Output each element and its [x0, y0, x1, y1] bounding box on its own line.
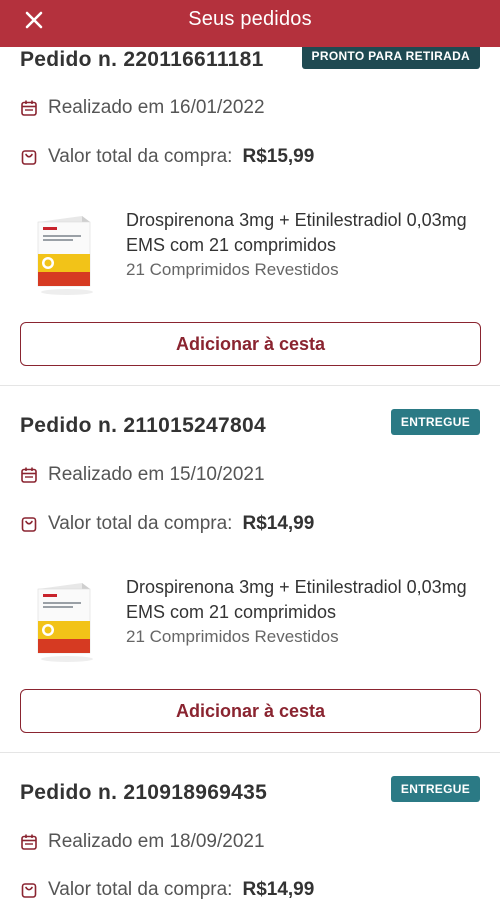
total-label: Valor total da compra: [48, 879, 233, 900]
order-number: Pedido n. 210918969435 [20, 781, 268, 804]
shopping-bag-icon [21, 150, 37, 165]
product-item: Drospirenona 3mg + Etinilestradiol 0,03m… [0, 208, 500, 298]
status-badge: ENTREGUE [390, 409, 480, 435]
app-header: Seus pedidos [0, 0, 500, 47]
close-icon [25, 11, 43, 29]
order-date-row: Realizado em 15/10/2021 [20, 464, 265, 486]
divider [0, 385, 500, 386]
product-item: Drospirenona 3mg + Etinilestradiol 0,03m… [0, 575, 500, 665]
product-description: 21 Comprimidos Revestidos [126, 627, 339, 646]
product-image [37, 583, 93, 662]
total-value: R$15,99 [242, 146, 315, 167]
shopping-bag-icon [21, 517, 37, 532]
total-label: Valor total da compra: [48, 146, 233, 167]
order-total-row: Valor total da compra: R$14,99 [20, 879, 314, 901]
order-number: Pedido n. 220116611181 [20, 48, 264, 71]
status-badge: ENTREGUE [390, 776, 480, 802]
order-date-row: Realizado em 16/01/2022 [20, 97, 265, 119]
calendar-icon [21, 100, 37, 116]
order-date-row: Realizado em 18/09/2021 [20, 831, 265, 853]
total-label: Valor total da compra: [48, 513, 233, 534]
total-value: R$14,99 [242, 513, 315, 534]
add-to-cart-button[interactable]: Adicionar à cesta [20, 689, 481, 733]
product-name: Drospirenona 3mg + Etinilestradiol 0,03m… [126, 210, 467, 255]
product-name: Drospirenona 3mg + Etinilestradiol 0,03m… [126, 577, 467, 622]
close-button[interactable] [20, 6, 48, 34]
product-description: 21 Comprimidos Revestidos [126, 260, 339, 279]
total-value: R$14,99 [242, 879, 315, 900]
product-image [37, 216, 93, 295]
shopping-bag-icon [21, 883, 37, 898]
calendar-icon [21, 467, 37, 483]
page-title: Seus pedidos [188, 8, 312, 30]
order-date: Realizado em 15/10/2021 [48, 464, 265, 485]
order-number: Pedido n. 211015247804 [20, 414, 266, 437]
divider [0, 752, 500, 753]
add-to-cart-button[interactable]: Adicionar à cesta [20, 322, 481, 366]
calendar-icon [21, 834, 37, 850]
order-date: Realizado em 18/09/2021 [48, 831, 265, 852]
order-date: Realizado em 16/01/2022 [48, 97, 265, 118]
order-total-row: Valor total da compra: R$15,99 [20, 146, 314, 168]
order-total-row: Valor total da compra: R$14,99 [20, 513, 314, 535]
